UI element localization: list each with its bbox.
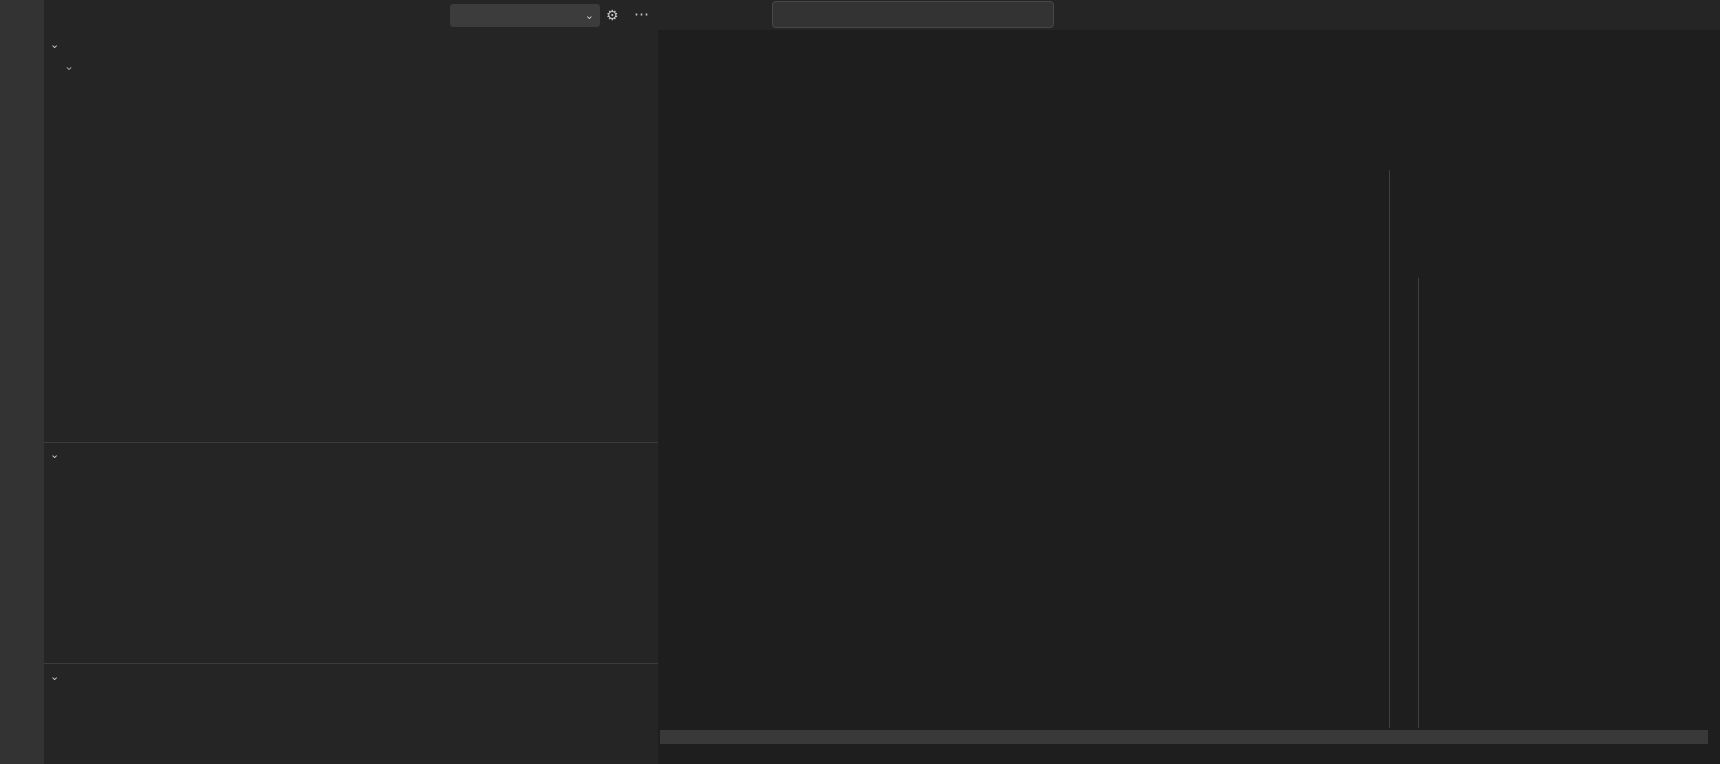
activity-bar	[0, 0, 44, 764]
panel-tab-bar	[658, 748, 1720, 764]
variables-scope-local[interactable]: ⌄	[44, 55, 658, 77]
indent-guide	[1418, 278, 1419, 728]
gear-icon[interactable]: ⚙	[606, 7, 619, 24]
chevron-down-icon: ⌄	[50, 38, 59, 51]
chevron-down-icon: ⌄	[50, 448, 59, 461]
run-configuration-button[interactable]: ⌄	[450, 4, 600, 27]
code-editor[interactable]	[658, 52, 1720, 748]
editor-group	[658, 0, 1720, 764]
vscode-window: ⌄ ⚙ ⋯ ⌄ ⌄ ⌄ ⌄	[0, 0, 1720, 764]
call-stack-section-header[interactable]: ⌄	[50, 665, 64, 687]
indent-guide	[1389, 170, 1390, 728]
debug-toolbar	[772, 1, 1054, 28]
variables-section-header[interactable]: ⌄	[50, 33, 64, 55]
chevron-down-icon: ⌄	[64, 59, 74, 73]
more-actions-icon[interactable]: ⋯	[634, 5, 650, 23]
chevron-down-icon: ⌄	[50, 670, 59, 683]
run-and-debug-sidebar: ⌄ ⚙ ⋯ ⌄ ⌄ ⌄ ⌄	[44, 0, 658, 764]
chevron-down-icon[interactable]: ⌄	[585, 9, 594, 22]
horizontal-scrollbar[interactable]	[660, 730, 1708, 744]
hot-code-replace-icon[interactable]	[1058, 1, 1084, 28]
watch-section-header[interactable]: ⌄	[50, 443, 64, 465]
